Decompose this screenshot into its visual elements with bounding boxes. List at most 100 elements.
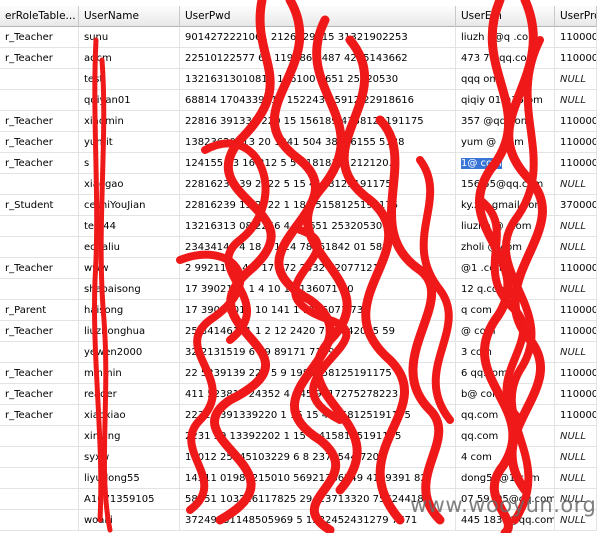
cell-role[interactable]: r_Teacher bbox=[0, 405, 79, 426]
table-row[interactable]: test 13216313010811 146100 3651 25320530 q… bbox=[0, 69, 597, 90]
cell-useremail[interactable]: liuzh a@q .com bbox=[456, 27, 555, 48]
cell-userpro[interactable]: 110000 bbox=[555, 132, 597, 153]
cell-userpro[interactable]: 110000 bbox=[555, 258, 597, 279]
cell-role[interactable] bbox=[0, 90, 79, 111]
cell-useremail[interactable]: @ com bbox=[456, 321, 555, 342]
cell-useremail[interactable]: qq.com bbox=[456, 405, 555, 426]
table-row[interactable]: r_Teacher xiaomin 22816 391339 220 15 1561… bbox=[0, 111, 597, 132]
table-row[interactable]: r_Student ceshiYouJian 22816239 13 2022 1 … bbox=[0, 195, 597, 216]
cell-userpro[interactable]: 110000 bbox=[555, 363, 597, 384]
table-row[interactable]: qqiyan01 68814 1704339210 152243 55912 22… bbox=[0, 90, 597, 111]
cell-role[interactable]: r_Teacher bbox=[0, 153, 79, 174]
cell-userpro[interactable]: 110000 bbox=[555, 384, 597, 405]
cell-userpwd[interactable]: 23434146 4 18 0 1 24 78561842 01 589 bbox=[180, 237, 456, 258]
column-header-username[interactable]: UserName bbox=[79, 6, 180, 27]
cell-username[interactable]: xiaoxiao bbox=[79, 405, 180, 426]
cell-role[interactable]: r_Teacher bbox=[0, 48, 79, 69]
cell-role[interactable] bbox=[0, 447, 79, 468]
cell-username[interactable]: xiaogao bbox=[79, 174, 180, 195]
cell-useremail[interactable]: dong55@1 com bbox=[456, 468, 555, 489]
cell-useremail[interactable]: @1 .com bbox=[456, 258, 555, 279]
cell-userpwd[interactable]: 411 523813 24352 4 345 9817275278223 bbox=[180, 384, 456, 405]
table-row[interactable]: r_Teacher xiaoxiao 2231 2391339220 1 15 15… bbox=[0, 405, 597, 426]
cell-userpwd[interactable]: 13216313010811 146100 3651 25320530 bbox=[180, 69, 456, 90]
table-row[interactable]: test44 13216313 08 2256 4 1 3651 25320530… bbox=[0, 216, 597, 237]
cell-role[interactable]: r_Student bbox=[0, 195, 79, 216]
cell-userpwd[interactable]: 25 34146131 1 2 12 2420 76 1842015 59 bbox=[180, 321, 456, 342]
cell-username[interactable]: xiaomin bbox=[79, 111, 180, 132]
cell-role[interactable] bbox=[0, 174, 79, 195]
table-row[interactable]: r_Teacher s 124155 43 16 212 5 5 118181912… bbox=[0, 153, 597, 174]
column-header-useremail[interactable]: UserEm bbox=[456, 6, 555, 27]
cell-userpwd[interactable]: 22 5239139 220 5 9 1984158125191175 bbox=[180, 363, 456, 384]
cell-userpro[interactable]: 370000 bbox=[555, 195, 597, 216]
cell-username[interactable]: A1071359105 bbox=[79, 489, 180, 510]
table-row[interactable]: r_Teacher minmin 22 5239139 220 5 9 198415… bbox=[0, 363, 597, 384]
cell-useremail[interactable]: liuzho @ .com bbox=[456, 216, 555, 237]
cell-username[interactable]: liyudong55 bbox=[79, 468, 180, 489]
cell-role[interactable] bbox=[0, 216, 79, 237]
table-row[interactable]: liyudong55 14511 01985215010 56921386249 … bbox=[0, 468, 597, 489]
cell-userpwd[interactable]: 17 39021011 10 141 1 1136071 73 bbox=[180, 300, 456, 321]
cell-username[interactable]: sunu bbox=[79, 27, 180, 48]
cell-role[interactable] bbox=[0, 489, 79, 510]
cell-userpwd[interactable]: 2231 39 13392202 1 15 1 4158125191175 bbox=[180, 426, 456, 447]
cell-userpro[interactable]: NULL bbox=[555, 174, 597, 195]
table-row[interactable]: r_Teacher reader 411 523813 24352 4 345 98… bbox=[0, 384, 597, 405]
cell-userpwd[interactable]: 2 9921103 4 5 17 172 2432 72077121 bbox=[180, 258, 456, 279]
cell-username[interactable]: shaoaisong bbox=[79, 279, 180, 300]
cell-useremail[interactable]: yum @ .com bbox=[456, 132, 555, 153]
cell-useremail[interactable]: zholi @ com bbox=[456, 237, 555, 258]
cell-useremail[interactable]: qqq om bbox=[456, 69, 555, 90]
cell-role[interactable] bbox=[0, 510, 79, 531]
cell-username[interactable]: xinying bbox=[79, 426, 180, 447]
cell-useremail[interactable]: ky.z a gmail com bbox=[456, 195, 555, 216]
cell-useremail[interactable]: qq.com bbox=[456, 426, 555, 447]
cell-userpro[interactable]: 110000 bbox=[555, 405, 597, 426]
table-row[interactable]: r_Teacher www 2 9921103 4 5 17 172 2432 72… bbox=[0, 258, 597, 279]
cell-useremail[interactable]: q com bbox=[456, 300, 555, 321]
cell-role[interactable] bbox=[0, 342, 79, 363]
table-row[interactable]: syxw 19012 25245103229 6 8 2371544 7204 4… bbox=[0, 447, 597, 468]
cell-userpwd[interactable]: 2231 2391339220 1 15 15 41158125191175 bbox=[180, 405, 456, 426]
cell-role[interactable]: r_Teacher bbox=[0, 363, 79, 384]
cell-userpro[interactable]: 110000 bbox=[555, 48, 597, 69]
cell-userpwd[interactable]: 22510122577 68 1190862 487 4215143662 bbox=[180, 48, 456, 69]
cell-role[interactable]: r_Teacher bbox=[0, 258, 79, 279]
table-row[interactable]: xinying 2231 39 13392202 1 15 1 415812519… bbox=[0, 426, 597, 447]
cell-username[interactable]: yewen2000 bbox=[79, 342, 180, 363]
cell-username[interactable]: www bbox=[79, 258, 180, 279]
cell-userpro[interactable]: 110000 bbox=[555, 300, 597, 321]
cell-userpwd[interactable]: 22816239 13 2022 1 189 5158125191175 bbox=[180, 195, 456, 216]
cell-username[interactable]: s bbox=[79, 153, 180, 174]
cell-username[interactable]: test bbox=[79, 69, 180, 90]
table-row[interactable]: r_Parent haisong 17 39021011 10 141 1 1136… bbox=[0, 300, 597, 321]
cell-role[interactable] bbox=[0, 237, 79, 258]
cell-userpwd[interactable]: 13823620913 20 1341 504 38236155 5138 bbox=[180, 132, 456, 153]
cell-userpro[interactable]: 110000 bbox=[555, 321, 597, 342]
cell-userpro[interactable]: NULL bbox=[555, 426, 597, 447]
cell-role[interactable]: r_Parent bbox=[0, 300, 79, 321]
cell-useremail[interactable]: 156 55@qq.com bbox=[456, 174, 555, 195]
cell-userpro[interactable]: NULL bbox=[555, 447, 597, 468]
table-row[interactable]: echaliu 23434146 4 18 0 1 24 78561842 01 … bbox=[0, 237, 597, 258]
cell-username[interactable]: liuzhonghua bbox=[79, 321, 180, 342]
cell-username[interactable]: qqiyan01 bbox=[79, 90, 180, 111]
cell-userpro[interactable]: NULL bbox=[555, 279, 597, 300]
cell-userpwd[interactable]: 124155 43 16 212 5 5 11818191212120... bbox=[180, 153, 456, 174]
cell-role[interactable] bbox=[0, 468, 79, 489]
cell-username[interactable]: yumit bbox=[79, 132, 180, 153]
cell-useremail[interactable]: 357 @qq.com bbox=[456, 111, 555, 132]
cell-username[interactable]: minmin bbox=[79, 363, 180, 384]
cell-userpwd[interactable]: 19012 25245103229 6 8 2371544 7204 bbox=[180, 447, 456, 468]
cell-userpro[interactable]: NULL bbox=[555, 69, 597, 90]
cell-userpro[interactable]: NULL bbox=[555, 216, 597, 237]
table-row[interactable]: yewen2000 32 2131519 6 49 89171 7149 3 co… bbox=[0, 342, 597, 363]
cell-userpwd[interactable]: 14511 01985215010 56921386249 4109391 82 bbox=[180, 468, 456, 489]
cell-useremail[interactable]: 3 com bbox=[456, 342, 555, 363]
cell-username[interactable]: syxw bbox=[79, 447, 180, 468]
cell-userpro[interactable]: NULL bbox=[555, 468, 597, 489]
cell-userpwd[interactable]: 17 3902101 1 4 10 1 1136071 70 bbox=[180, 279, 456, 300]
cell-useremail[interactable]: b@ com bbox=[456, 384, 555, 405]
cell-userpro[interactable]: NULL bbox=[555, 90, 597, 111]
